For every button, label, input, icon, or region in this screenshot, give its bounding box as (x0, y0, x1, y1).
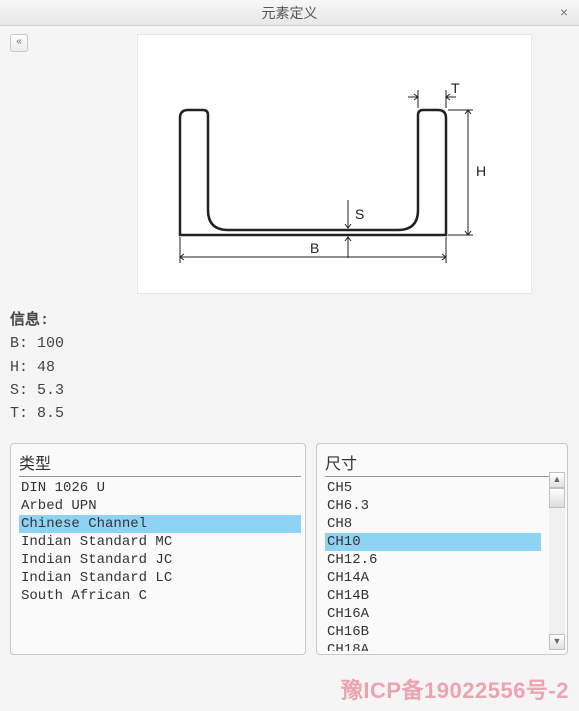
collapse-button[interactable]: « (10, 34, 28, 52)
scroll-up-button[interactable]: ▲ (549, 472, 565, 488)
info-title: 信息: (10, 309, 569, 332)
size-list-item[interactable]: CH18A (325, 641, 541, 651)
diagram-label-h: H (476, 163, 486, 179)
type-list-item[interactable]: South African C (19, 587, 301, 605)
size-panel-header: 尺寸 (325, 450, 563, 477)
channel-section-svg: T H S B (148, 60, 523, 280)
type-list-item[interactable]: DIN 1026 U (19, 479, 301, 497)
size-panel: 尺寸 CH5CH6.3CH8CH10CH12.6CH14ACH14BCH16AC… (316, 443, 568, 655)
diagram-label-b: B (310, 240, 319, 256)
content-area: « T H S B (0, 26, 579, 659)
diagram-label-t: T (451, 80, 460, 96)
size-list-item[interactable]: CH16B (325, 623, 541, 641)
close-button[interactable]: × (555, 3, 573, 21)
scroll-down-button[interactable]: ▼ (549, 634, 565, 650)
size-list-item[interactable]: CH5 (325, 479, 541, 497)
type-list-item[interactable]: Indian Standard LC (19, 569, 301, 587)
scroll-thumb[interactable] (549, 488, 565, 508)
size-list-item[interactable]: CH12.6 (325, 551, 541, 569)
size-list-item[interactable]: CH10 (325, 533, 541, 551)
diagram-label-s: S (355, 206, 364, 222)
titlebar: 元素定义 × (0, 0, 579, 26)
size-list-item[interactable]: CH14A (325, 569, 541, 587)
type-listbox[interactable]: DIN 1026 UArbed UPNChinese ChannelIndian… (19, 479, 301, 651)
type-list-item[interactable]: Indian Standard MC (19, 533, 301, 551)
size-list-item[interactable]: CH6.3 (325, 497, 541, 515)
type-panel: 类型 DIN 1026 UArbed UPNChinese ChannelInd… (10, 443, 306, 655)
size-list-item[interactable]: CH16A (325, 605, 541, 623)
info-row-s: S: 5.3 (10, 379, 569, 402)
size-listbox[interactable]: CH5CH6.3CH8CH10CH12.6CH14ACH14BCH16ACH16… (325, 479, 541, 651)
panels-row: 类型 DIN 1026 UArbed UPNChinese ChannelInd… (10, 443, 569, 655)
info-row-h: H: 48 (10, 356, 569, 379)
size-list-item[interactable]: CH8 (325, 515, 541, 533)
info-row-b: B: 100 (10, 332, 569, 355)
info-block: 信息: B: 100 H: 48 S: 5.3 T: 8.5 (10, 309, 569, 425)
watermark-text: 豫ICP备19022556号-2 (341, 673, 569, 705)
info-row-t: T: 8.5 (10, 402, 569, 425)
size-list-item[interactable]: CH14B (325, 587, 541, 605)
size-scrollbar[interactable]: ▲ ▼ (549, 472, 565, 650)
type-list-item[interactable]: Arbed UPN (19, 497, 301, 515)
section-diagram: T H S B (137, 34, 532, 294)
window-title: 元素定义 (262, 3, 318, 23)
type-list-item[interactable]: Indian Standard JC (19, 551, 301, 569)
type-list-item[interactable]: Chinese Channel (19, 515, 301, 533)
type-panel-header: 类型 (19, 450, 301, 477)
